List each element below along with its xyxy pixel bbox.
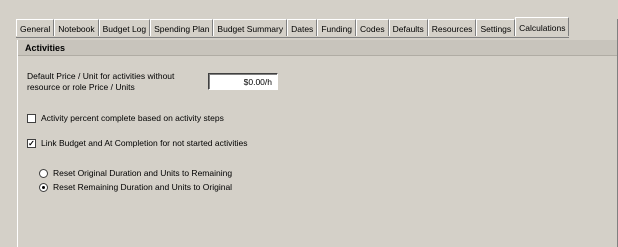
tab-spending-plan[interactable]: Spending Plan	[150, 19, 214, 36]
tab-defaults[interactable]: Defaults	[388, 19, 428, 36]
tab-funding[interactable]: Funding	[317, 19, 357, 36]
section-title: Activities	[18, 40, 618, 56]
tab-budget-summary[interactable]: Budget Summary	[213, 19, 288, 36]
tab-settings[interactable]: Settings	[476, 19, 516, 36]
window-top-strip	[0, 0, 618, 17]
tab-budget-log[interactable]: Budget Log	[98, 19, 151, 36]
tab-resources[interactable]: Resources	[427, 19, 477, 36]
reset-original-option[interactable]: Reset Original Duration and Units to Rem…	[39, 168, 232, 178]
reset-original-radio[interactable]	[39, 168, 48, 178]
reset-remaining-radio[interactable]	[39, 182, 48, 192]
link-budget-checkbox[interactable]: ✓	[27, 138, 36, 148]
tab-notebook[interactable]: Notebook	[54, 19, 99, 36]
calculations-panel: Activities Default Price / Unit for acti…	[17, 40, 618, 247]
percent-complete-option[interactable]: Activity percent complete based on activ…	[27, 113, 224, 123]
tab-calculations[interactable]: Calculations	[515, 17, 570, 36]
reset-remaining-label: Reset Remaining Duration and Units to Or…	[53, 182, 233, 192]
percent-complete-checkbox[interactable]	[27, 113, 36, 123]
tab-general[interactable]: General	[16, 19, 55, 36]
tab-codes[interactable]: Codes	[356, 19, 389, 36]
reset-original-label: Reset Original Duration and Units to Rem…	[53, 168, 233, 178]
default-price-label: Default Price / Unit for activities with…	[27, 71, 175, 92]
percent-complete-label: Activity percent complete based on activ…	[41, 113, 224, 123]
tab-bar: General Notebook Budget Log Spending Pla…	[16, 17, 570, 38]
link-budget-label: Link Budget and At Completion for not st…	[41, 138, 248, 148]
tab-dates[interactable]: Dates	[287, 19, 318, 36]
radio-selected-dot	[42, 185, 45, 189]
reset-remaining-option[interactable]: Reset Remaining Duration and Units to Or…	[39, 182, 232, 192]
link-budget-option[interactable]: ✓ Link Budget and At Completion for not …	[27, 138, 247, 148]
default-price-input[interactable]	[208, 73, 278, 90]
